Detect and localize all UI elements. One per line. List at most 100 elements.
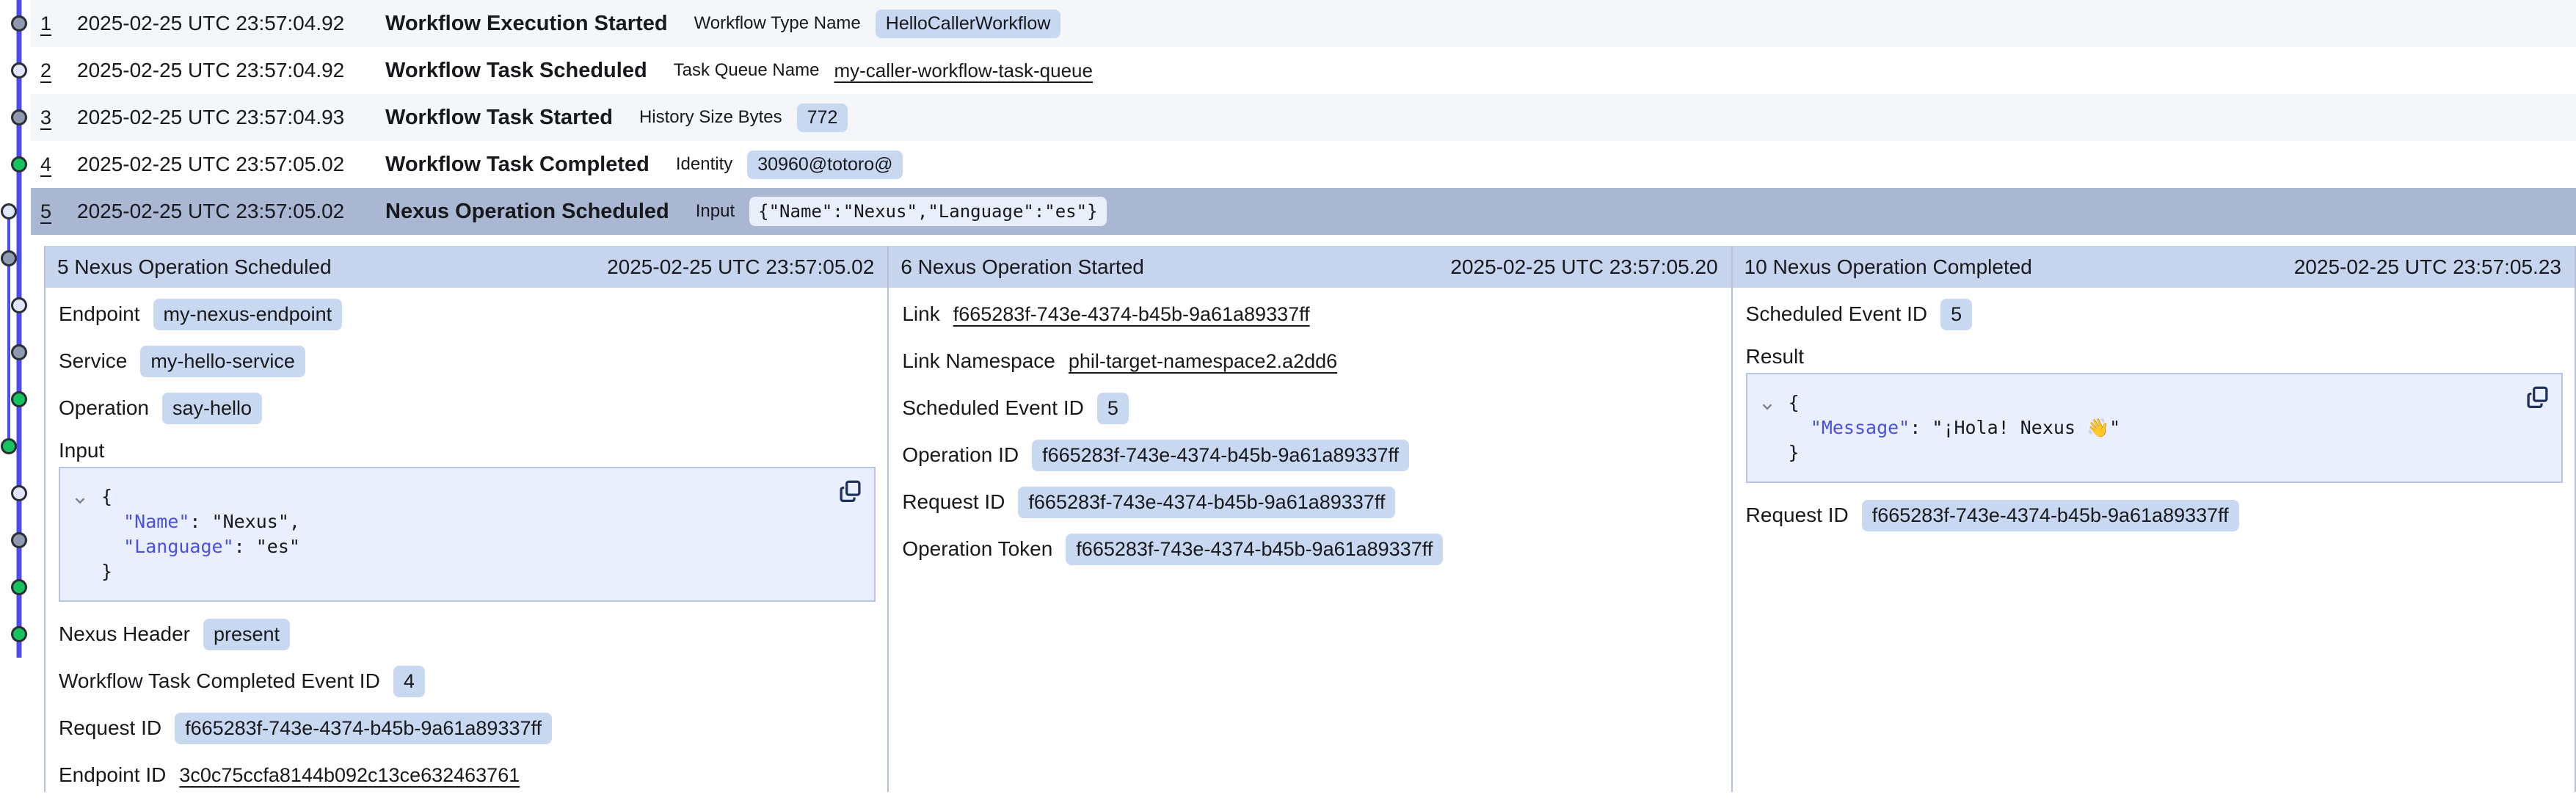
field-value-badge: my-hello-service xyxy=(140,346,305,377)
copy-icon xyxy=(2525,385,2550,411)
event-attr-value: HelloCallerWorkflow xyxy=(876,10,1061,38)
field-value-badge: 5 xyxy=(1097,393,1129,424)
json-code-block: { "Name": "Nexus", "Language": "es" } xyxy=(59,467,876,602)
timeline-dot-4-green xyxy=(12,158,26,172)
field-value-link[interactable]: 3c0c75ccfa8144b092c13ce632463761 xyxy=(179,764,520,787)
json-content: { "Name": "Nexus", "Language": "es" } xyxy=(101,484,859,584)
event-attr-value: 30960@totoro@ xyxy=(747,150,903,179)
panel-timestamp: 2025-02-25 UTC 23:57:05.23 xyxy=(2294,255,2561,279)
field-label: Result xyxy=(1746,345,1804,368)
event-time: 2025-02-25 UTC 23:57:05.02 xyxy=(77,153,385,176)
field-value-badge: f665283f-743e-4374-b45b-9a61a89337ff xyxy=(1032,440,1409,471)
field-value-badge: f665283f-743e-4374-b45b-9a61a89337ff xyxy=(1066,534,1443,565)
chevron-down-icon xyxy=(1759,399,1775,415)
panel-body: Scheduled Event ID 5 Result { "Message": "¡… xyxy=(1733,288,2575,546)
copy-button[interactable] xyxy=(838,479,862,507)
field-value-badge: present xyxy=(203,619,290,650)
event-row[interactable]: 3 2025-02-25 UTC 23:57:04.93 Workflow Ta… xyxy=(31,94,2576,141)
panel-header: 5 Nexus Operation Scheduled 2025-02-25 U… xyxy=(46,246,887,288)
event-row[interactable]: 1 2025-02-25 UTC 23:57:04.92 Workflow Ex… xyxy=(31,0,2576,47)
timeline-dot-8-gray xyxy=(12,346,26,360)
field-label: Workflow Task Completed Event ID xyxy=(59,669,380,693)
timeline-dot-10-green xyxy=(2,440,16,454)
event-detail-panel: 5 Nexus Operation Scheduled 2025-02-25 U… xyxy=(44,246,887,792)
event-detail-panels: 5 Nexus Operation Scheduled 2025-02-25 U… xyxy=(44,246,2576,792)
event-row[interactable]: 4 2025-02-25 UTC 23:57:05.02 Workflow Ta… xyxy=(31,141,2576,188)
panel-title: 10 Nexus Operation Completed xyxy=(1744,255,2032,279)
event-id-link[interactable]: 5 xyxy=(40,200,77,223)
event-name: Nexus Operation Scheduled xyxy=(385,200,669,224)
event-time: 2025-02-25 UTC 23:57:04.92 xyxy=(77,12,385,35)
event-attr-label: Task Queue Name xyxy=(674,60,820,81)
detail-field: Workflow Task Completed Event ID 4 xyxy=(59,665,876,697)
copy-icon xyxy=(838,479,862,505)
event-time: 2025-02-25 UTC 23:57:05.02 xyxy=(77,200,385,223)
field-value-badge: f665283f-743e-4374-b45b-9a61a89337ff xyxy=(1862,500,2239,531)
field-label: Endpoint ID xyxy=(59,763,166,787)
field-label: Request ID xyxy=(902,490,1005,514)
detail-field: Operation ID f665283f-743e-4374-b45b-9a61… xyxy=(902,439,1719,471)
timeline-dot-7-light xyxy=(12,299,26,313)
field-value-badge: say-hello xyxy=(162,393,262,424)
event-name: Workflow Task Started xyxy=(385,106,613,130)
event-row[interactable]: 2 2025-02-25 UTC 23:57:04.92 Workflow Ta… xyxy=(31,47,2576,94)
event-history-list: 1 2025-02-25 UTC 23:57:04.92 Workflow Ex… xyxy=(31,0,2576,235)
field-value-link[interactable]: f665283f-743e-4374-b45b-9a61a89337ff xyxy=(953,303,1310,326)
timeline-dot-6-gray xyxy=(2,252,16,266)
timeline-dot-11-light xyxy=(12,487,26,501)
panel-body: Endpoint my-nexus-endpoint Service my-hello… xyxy=(46,288,887,792)
copy-button[interactable] xyxy=(2525,385,2550,413)
panel-title: 6 Nexus Operation Started xyxy=(900,255,1144,279)
detail-field: Endpoint ID 3c0c75ccfa8144b092c13ce632463… xyxy=(59,759,876,791)
detail-field: Scheduled Event ID5 xyxy=(902,392,1719,424)
timeline-dot-3-gray xyxy=(12,111,26,125)
panel-header: 10 Nexus Operation Completed 2025-02-25 … xyxy=(1733,246,2575,288)
event-attr-label: Identity xyxy=(676,154,732,175)
panel-body: Link f665283f-743e-4374-b45b-9a61a89337ff… xyxy=(889,288,1731,580)
event-row[interactable]: 5 2025-02-25 UTC 23:57:05.02 Nexus Opera… xyxy=(31,188,2576,235)
detail-field: Operation say-hello xyxy=(59,392,876,424)
chevron-down-icon xyxy=(72,493,88,509)
field-label: Scheduled Event ID xyxy=(1746,302,1928,326)
panel-title: 5 Nexus Operation Scheduled xyxy=(57,255,332,279)
event-detail-panel: 6 Nexus Operation Started 2025-02-25 UTC… xyxy=(887,246,1731,792)
field-label: Operation Token xyxy=(902,537,1052,561)
event-attr-value-link[interactable]: my-caller-workflow-task-queue xyxy=(834,59,1093,82)
field-label: Operation xyxy=(59,396,149,420)
timeline-dot-9-green xyxy=(12,393,26,407)
field-label: Endpoint xyxy=(59,302,140,326)
event-name: Workflow Execution Started xyxy=(385,12,668,36)
field-label: Link xyxy=(902,302,939,326)
json-content: { "Message": "¡Hola! Nexus 👋" } xyxy=(1789,390,2547,465)
detail-field: Link Namespace phil-target-namespace2.a2d… xyxy=(902,345,1719,377)
event-id-link[interactable]: 2 xyxy=(40,59,77,82)
detail-field: Link f665283f-743e-4374-b45b-9a61a89337ff xyxy=(902,298,1719,330)
detail-field: Endpoint my-nexus-endpoint xyxy=(59,298,876,330)
field-value-badge: 5 xyxy=(1940,299,1972,330)
detail-field: Request IDf665283f-743e-4374-b45b-9a61a8… xyxy=(1746,499,2563,531)
panel-timestamp: 2025-02-25 UTC 23:57:05.20 xyxy=(1450,255,1717,279)
field-label: Operation ID xyxy=(902,443,1019,467)
event-id-link[interactable]: 3 xyxy=(40,106,77,129)
event-name: Workflow Task Completed xyxy=(385,153,650,177)
collapse-toggle[interactable] xyxy=(1759,396,1775,421)
detail-field: Operation Token f665283f-743e-4374-b45b-9… xyxy=(902,533,1719,565)
event-name: Workflow Task Scheduled xyxy=(385,59,647,83)
event-id-link[interactable]: 4 xyxy=(40,153,77,176)
event-time: 2025-02-25 UTC 23:57:04.93 xyxy=(77,106,385,129)
field-value-badge: 4 xyxy=(393,666,425,697)
field-value-link[interactable]: phil-target-namespace2.a2dd6 xyxy=(1069,350,1337,373)
field-label: Link Namespace xyxy=(902,349,1055,373)
json-code-block: { "Message": "¡Hola! Nexus 👋" } xyxy=(1746,373,2563,483)
collapse-toggle[interactable] xyxy=(72,490,88,515)
detail-field: Nexus Header present xyxy=(59,618,876,650)
event-attr-label: Input xyxy=(696,201,735,222)
timeline-dot-12-gray xyxy=(12,534,26,548)
detail-field: Request IDf665283f-743e-4374-b45b-9a61a8… xyxy=(902,486,1719,518)
field-label: Nexus Header xyxy=(59,622,190,646)
field-label: Service xyxy=(59,349,127,373)
field-value-badge: my-nexus-endpoint xyxy=(153,299,343,330)
event-time: 2025-02-25 UTC 23:57:04.92 xyxy=(77,59,385,82)
event-id-link[interactable]: 1 xyxy=(40,12,77,35)
field-value-badge: f665283f-743e-4374-b45b-9a61a89337ff xyxy=(175,713,552,744)
